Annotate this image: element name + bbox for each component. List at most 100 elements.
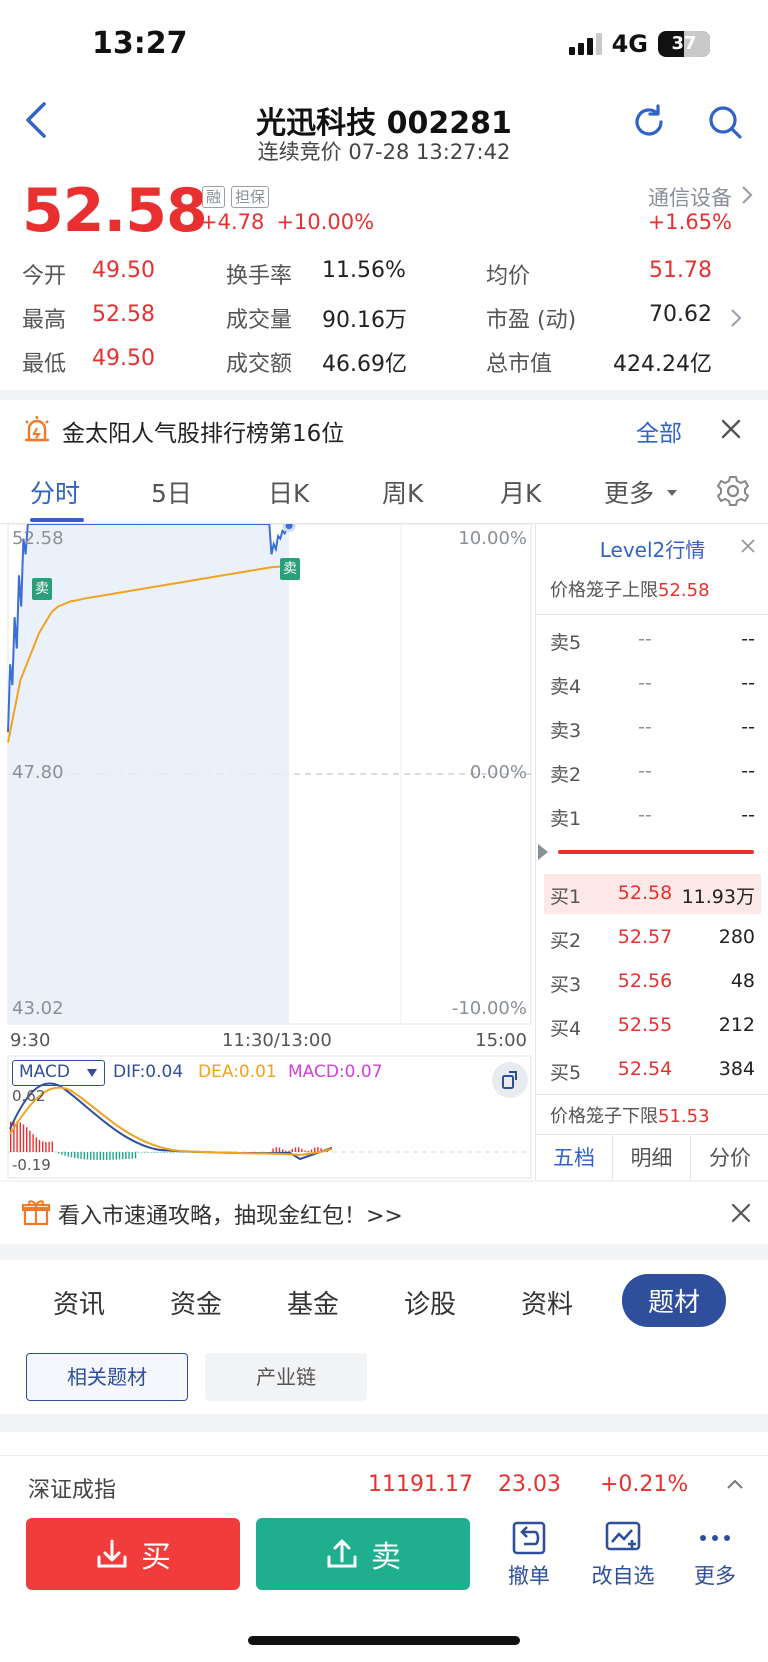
bid-row[interactable]: 买1 52.58 11.93万 xyxy=(544,874,761,914)
macd-bar xyxy=(154,1152,156,1153)
ask-price: -- xyxy=(638,628,652,650)
promo-banner-text[interactable]: 看入市速通攻略，抽现金红包！>> xyxy=(58,1198,403,1230)
stock-tags: 融 担保 xyxy=(202,186,270,208)
stats-row-1: 今开 49.50 换手率 11.56% 均价 51.78 xyxy=(22,258,748,289)
macd-bar xyxy=(291,1148,293,1152)
avg-label: 均价 xyxy=(486,264,531,289)
tab-more[interactable]: 更多 xyxy=(604,474,654,510)
lower-limit-label: 价格笼子下限 xyxy=(550,1106,658,1127)
ask-label: 卖2 xyxy=(550,764,582,786)
chip-industry-chain[interactable]: 产业链 xyxy=(205,1353,367,1401)
buy-label: 买 xyxy=(141,1540,171,1575)
tab-weekly-k[interactable]: 周K xyxy=(382,474,423,510)
bid-volume: 212 xyxy=(718,1014,755,1036)
edit-watchlist-button[interactable]: 改自选 xyxy=(578,1520,668,1590)
close-icon[interactable] xyxy=(730,1202,752,1224)
cancel-order-button[interactable]: 撤单 xyxy=(484,1520,574,1590)
tab-profile[interactable]: 资料 xyxy=(521,1284,573,1321)
chevron-right-icon[interactable] xyxy=(740,184,754,206)
intraday-chart[interactable]: 52.58 10.00% 47.80 0.00% 43.02 -10.00% 9… xyxy=(0,519,535,1184)
bid-row[interactable]: 买5 52.54 384 xyxy=(536,1050,768,1090)
bid-row[interactable]: 买3 52.56 48 xyxy=(536,962,768,1002)
macd-bar xyxy=(22,1124,25,1152)
gear-icon[interactable] xyxy=(716,474,750,508)
sell-arrow-icon xyxy=(327,1539,357,1568)
pe-value[interactable]: 70.62 xyxy=(649,302,712,327)
sector-link[interactable]: 通信设备 xyxy=(648,182,732,212)
ask-volume: -- xyxy=(741,672,755,694)
tab-monthly-k[interactable]: 月K xyxy=(500,474,541,510)
sell-signal-marker[interactable]: 卖 xyxy=(32,578,52,600)
ask-row[interactable]: 卖1 -- -- xyxy=(536,796,768,836)
macd-bar xyxy=(141,1152,143,1153)
macd-bar xyxy=(102,1152,105,1160)
level2-title[interactable]: Level2行情 xyxy=(536,534,768,563)
tab-five-levels[interactable]: 五档 xyxy=(536,1135,613,1181)
dif-value: DIF:0.04 xyxy=(113,1062,184,1082)
macd-bottom-label: -0.19 xyxy=(12,1156,51,1174)
tab-daily-k[interactable]: 日K xyxy=(268,474,309,510)
sell-signal-marker[interactable]: 卖 xyxy=(280,558,300,580)
tab-intraday[interactable]: 分时 xyxy=(30,474,80,510)
ask-row[interactable]: 卖5 -- -- xyxy=(536,620,768,660)
ask-row[interactable]: 卖3 -- -- xyxy=(536,708,768,748)
buy-arrow-icon xyxy=(97,1539,127,1568)
cancel-order-icon xyxy=(512,1521,546,1555)
bid-row[interactable]: 买4 52.55 212 xyxy=(536,1006,768,1046)
close-icon[interactable] xyxy=(720,418,742,440)
turnover-value: 11.56% xyxy=(322,258,406,283)
view-all-link[interactable]: 全部 xyxy=(636,414,682,448)
dea-value: DEA:0.01 xyxy=(198,1062,277,1082)
pe-label[interactable]: 市盈 (动) xyxy=(486,302,576,334)
ask-row[interactable]: 卖4 -- -- xyxy=(536,664,768,704)
more-button[interactable]: 更多 xyxy=(670,1520,760,1590)
rotate-chart-button[interactable] xyxy=(492,1062,528,1098)
macd-bar xyxy=(67,1152,69,1157)
bid-row[interactable]: 买2 52.57 280 xyxy=(536,918,768,958)
tab-fund[interactable]: 基金 xyxy=(287,1284,339,1321)
high-label: 最高 xyxy=(22,308,67,333)
tab-5day[interactable]: 5日 xyxy=(151,474,192,510)
signal-icon xyxy=(568,33,602,55)
chevron-up-icon[interactable] xyxy=(726,1478,744,1490)
bid-price: 52.58 xyxy=(617,882,673,904)
ask-row[interactable]: 卖2 -- -- xyxy=(536,752,768,792)
last-price-dot xyxy=(282,519,296,533)
search-icon[interactable] xyxy=(706,103,744,141)
lower-limit: 价格笼子下限51.53 xyxy=(550,1102,710,1128)
macd-bar xyxy=(147,1152,149,1153)
ranking-banner-text[interactable]: 金太阳人气股排行榜第16位 xyxy=(62,414,344,448)
macd-bar xyxy=(131,1152,133,1159)
chevron-down-icon[interactable] xyxy=(666,488,678,498)
index-ticker[interactable]: 深证成指 11191.17 23.03 +0.21% xyxy=(0,1455,768,1511)
tab-themes[interactable]: 题材 xyxy=(622,1274,727,1327)
ask-volume: -- xyxy=(741,804,755,826)
ask-price: -- xyxy=(638,672,652,694)
macd-bar xyxy=(61,1152,63,1155)
macd-bar xyxy=(70,1152,73,1158)
tab-capital[interactable]: 资金 xyxy=(170,1284,222,1321)
macd-bar xyxy=(134,1152,137,1159)
macd-bar xyxy=(109,1152,111,1160)
refresh-icon[interactable] xyxy=(630,103,668,141)
macd-bar xyxy=(294,1147,297,1152)
tab-details[interactable]: 明细 xyxy=(613,1135,691,1181)
buy-button[interactable]: 买 xyxy=(26,1518,240,1590)
macd-top-label: 0.62 xyxy=(12,1087,46,1105)
macd-bar xyxy=(138,1152,140,1153)
y-label-bottom: 43.02 xyxy=(12,998,64,1019)
macd-bar xyxy=(19,1122,21,1152)
macd-bar xyxy=(278,1147,281,1152)
close-icon[interactable] xyxy=(740,538,756,554)
mcap-value: 424.24亿 xyxy=(613,352,712,377)
tab-diagnosis[interactable]: 诊股 xyxy=(404,1284,456,1321)
amount-value: 46.69亿 xyxy=(322,352,407,377)
sell-button[interactable]: 卖 xyxy=(256,1518,470,1590)
macd-bar xyxy=(125,1152,127,1159)
chip-related-themes[interactable]: 相关题材 xyxy=(26,1353,188,1401)
chevron-right-icon[interactable] xyxy=(730,308,742,328)
tab-news[interactable]: 资讯 xyxy=(53,1284,105,1321)
macd-indicator-select[interactable]: MACD xyxy=(12,1060,105,1086)
lower-limit-value: 51.53 xyxy=(658,1106,710,1127)
tab-price-distribution[interactable]: 分价 xyxy=(691,1135,768,1181)
